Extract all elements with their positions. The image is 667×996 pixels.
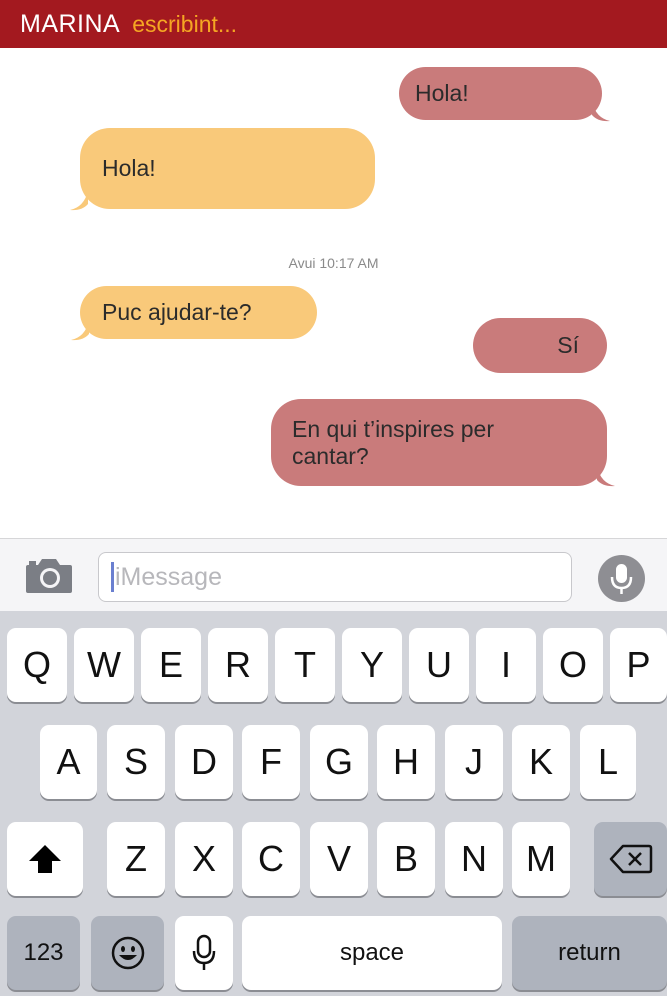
key-e[interactable]: E: [141, 628, 201, 702]
outgoing-message[interactable]: En qui t’inspires per cantar?: [271, 399, 607, 486]
key-label: R: [225, 644, 251, 685]
message-thread: Hola! Hola! Avui 10:17 AM Puc ajudar-te?…: [0, 48, 667, 538]
key-o[interactable]: O: [543, 628, 603, 702]
key-label: H: [393, 741, 419, 782]
key-label: M: [526, 838, 556, 879]
key-label: G: [324, 741, 353, 782]
key-y[interactable]: Y: [342, 628, 402, 702]
key-t[interactable]: T: [275, 628, 335, 702]
key-v[interactable]: V: [310, 822, 368, 896]
message-text: Puc ajudar-te?: [102, 299, 252, 325]
message-input[interactable]: iMessage: [98, 552, 572, 602]
key-a[interactable]: A: [40, 725, 97, 799]
message-text: Hola!: [415, 80, 469, 106]
key-label: Z: [125, 838, 147, 879]
key-label: 123: [23, 939, 64, 966]
timestamp: Avui 10:17 AM: [288, 255, 379, 271]
key-label: A: [56, 741, 81, 782]
key-z[interactable]: Z: [107, 822, 165, 896]
backspace-icon: [609, 844, 652, 874]
key-u[interactable]: U: [409, 628, 469, 702]
bubble-tail: [71, 321, 89, 341]
key-label: P: [626, 644, 651, 685]
emoji-key[interactable]: [91, 916, 164, 990]
message-placeholder: iMessage: [115, 562, 222, 591]
key-l[interactable]: L: [580, 725, 636, 799]
key-label: Y: [359, 644, 384, 685]
key-w[interactable]: W: [74, 628, 134, 702]
contact-name[interactable]: MARINA: [20, 10, 120, 39]
outgoing-message[interactable]: Hola!: [399, 67, 602, 120]
microphone-icon: [192, 934, 216, 970]
incoming-message[interactable]: Hola!: [80, 128, 375, 209]
shift-arrow-icon: [29, 845, 61, 873]
key-s[interactable]: S: [107, 725, 165, 799]
key-label: W: [87, 644, 121, 685]
outgoing-message[interactable]: Sí: [473, 318, 607, 373]
emoji-icon: [111, 936, 144, 970]
key-r[interactable]: R: [208, 628, 268, 702]
text-cursor: [111, 562, 114, 592]
key-q[interactable]: Q: [7, 628, 67, 702]
key-h[interactable]: H: [377, 725, 435, 799]
message-input-bar: iMessage: [0, 538, 667, 612]
backspace-key[interactable]: [594, 822, 667, 896]
key-p[interactable]: P: [610, 628, 667, 702]
camera-icon[interactable]: [24, 557, 74, 595]
bubble-tail: [597, 467, 615, 487]
key-label: C: [258, 838, 284, 879]
key-label: T: [294, 644, 316, 685]
key-label: Q: [22, 644, 51, 685]
shift-key[interactable]: [7, 822, 83, 896]
key-c[interactable]: C: [242, 822, 300, 896]
return-key[interactable]: return: [512, 916, 667, 990]
key-m[interactable]: M: [512, 822, 570, 896]
message-text: En qui t’inspires per cantar?: [292, 415, 494, 469]
bubble-tail: [592, 102, 610, 122]
typing-status: escribint...: [132, 10, 238, 37]
key-label: space: [339, 939, 405, 966]
key-label: B: [393, 838, 418, 879]
dictation-key[interactable]: [175, 916, 233, 990]
key-label: N: [461, 838, 487, 879]
chat-header: MARINA escribint...: [0, 0, 667, 48]
space-key[interactable]: space: [242, 916, 502, 990]
incoming-message[interactable]: Puc ajudar-te?: [80, 286, 317, 339]
key-n[interactable]: N: [445, 822, 503, 896]
key-b[interactable]: B: [377, 822, 435, 896]
key-label: L: [597, 741, 619, 782]
key-label: return: [558, 939, 621, 966]
key-j[interactable]: J: [445, 725, 503, 799]
keyboard: Q W E R T Y U I O P A S D F G H J K L Z …: [0, 611, 667, 996]
numbers-key[interactable]: 123: [7, 916, 80, 990]
key-label: E: [158, 644, 183, 685]
key-d[interactable]: D: [175, 725, 233, 799]
message-text: Hola!: [102, 155, 156, 181]
key-x[interactable]: X: [175, 822, 233, 896]
key-label: F: [260, 741, 282, 782]
key-label: U: [426, 644, 452, 685]
key-i[interactable]: I: [476, 628, 536, 702]
key-label: V: [326, 838, 351, 879]
key-label: O: [558, 644, 587, 685]
microphone-icon[interactable]: [598, 555, 645, 602]
key-k[interactable]: K: [512, 725, 570, 799]
bubble-tail: [70, 191, 88, 211]
message-text: Sí: [557, 332, 579, 358]
key-label: X: [191, 838, 216, 879]
key-label: J: [465, 741, 483, 782]
key-label: I: [500, 644, 511, 685]
key-f[interactable]: F: [242, 725, 300, 799]
key-label: S: [123, 741, 148, 782]
key-g[interactable]: G: [310, 725, 368, 799]
key-label: D: [191, 741, 217, 782]
key-label: K: [528, 741, 553, 782]
